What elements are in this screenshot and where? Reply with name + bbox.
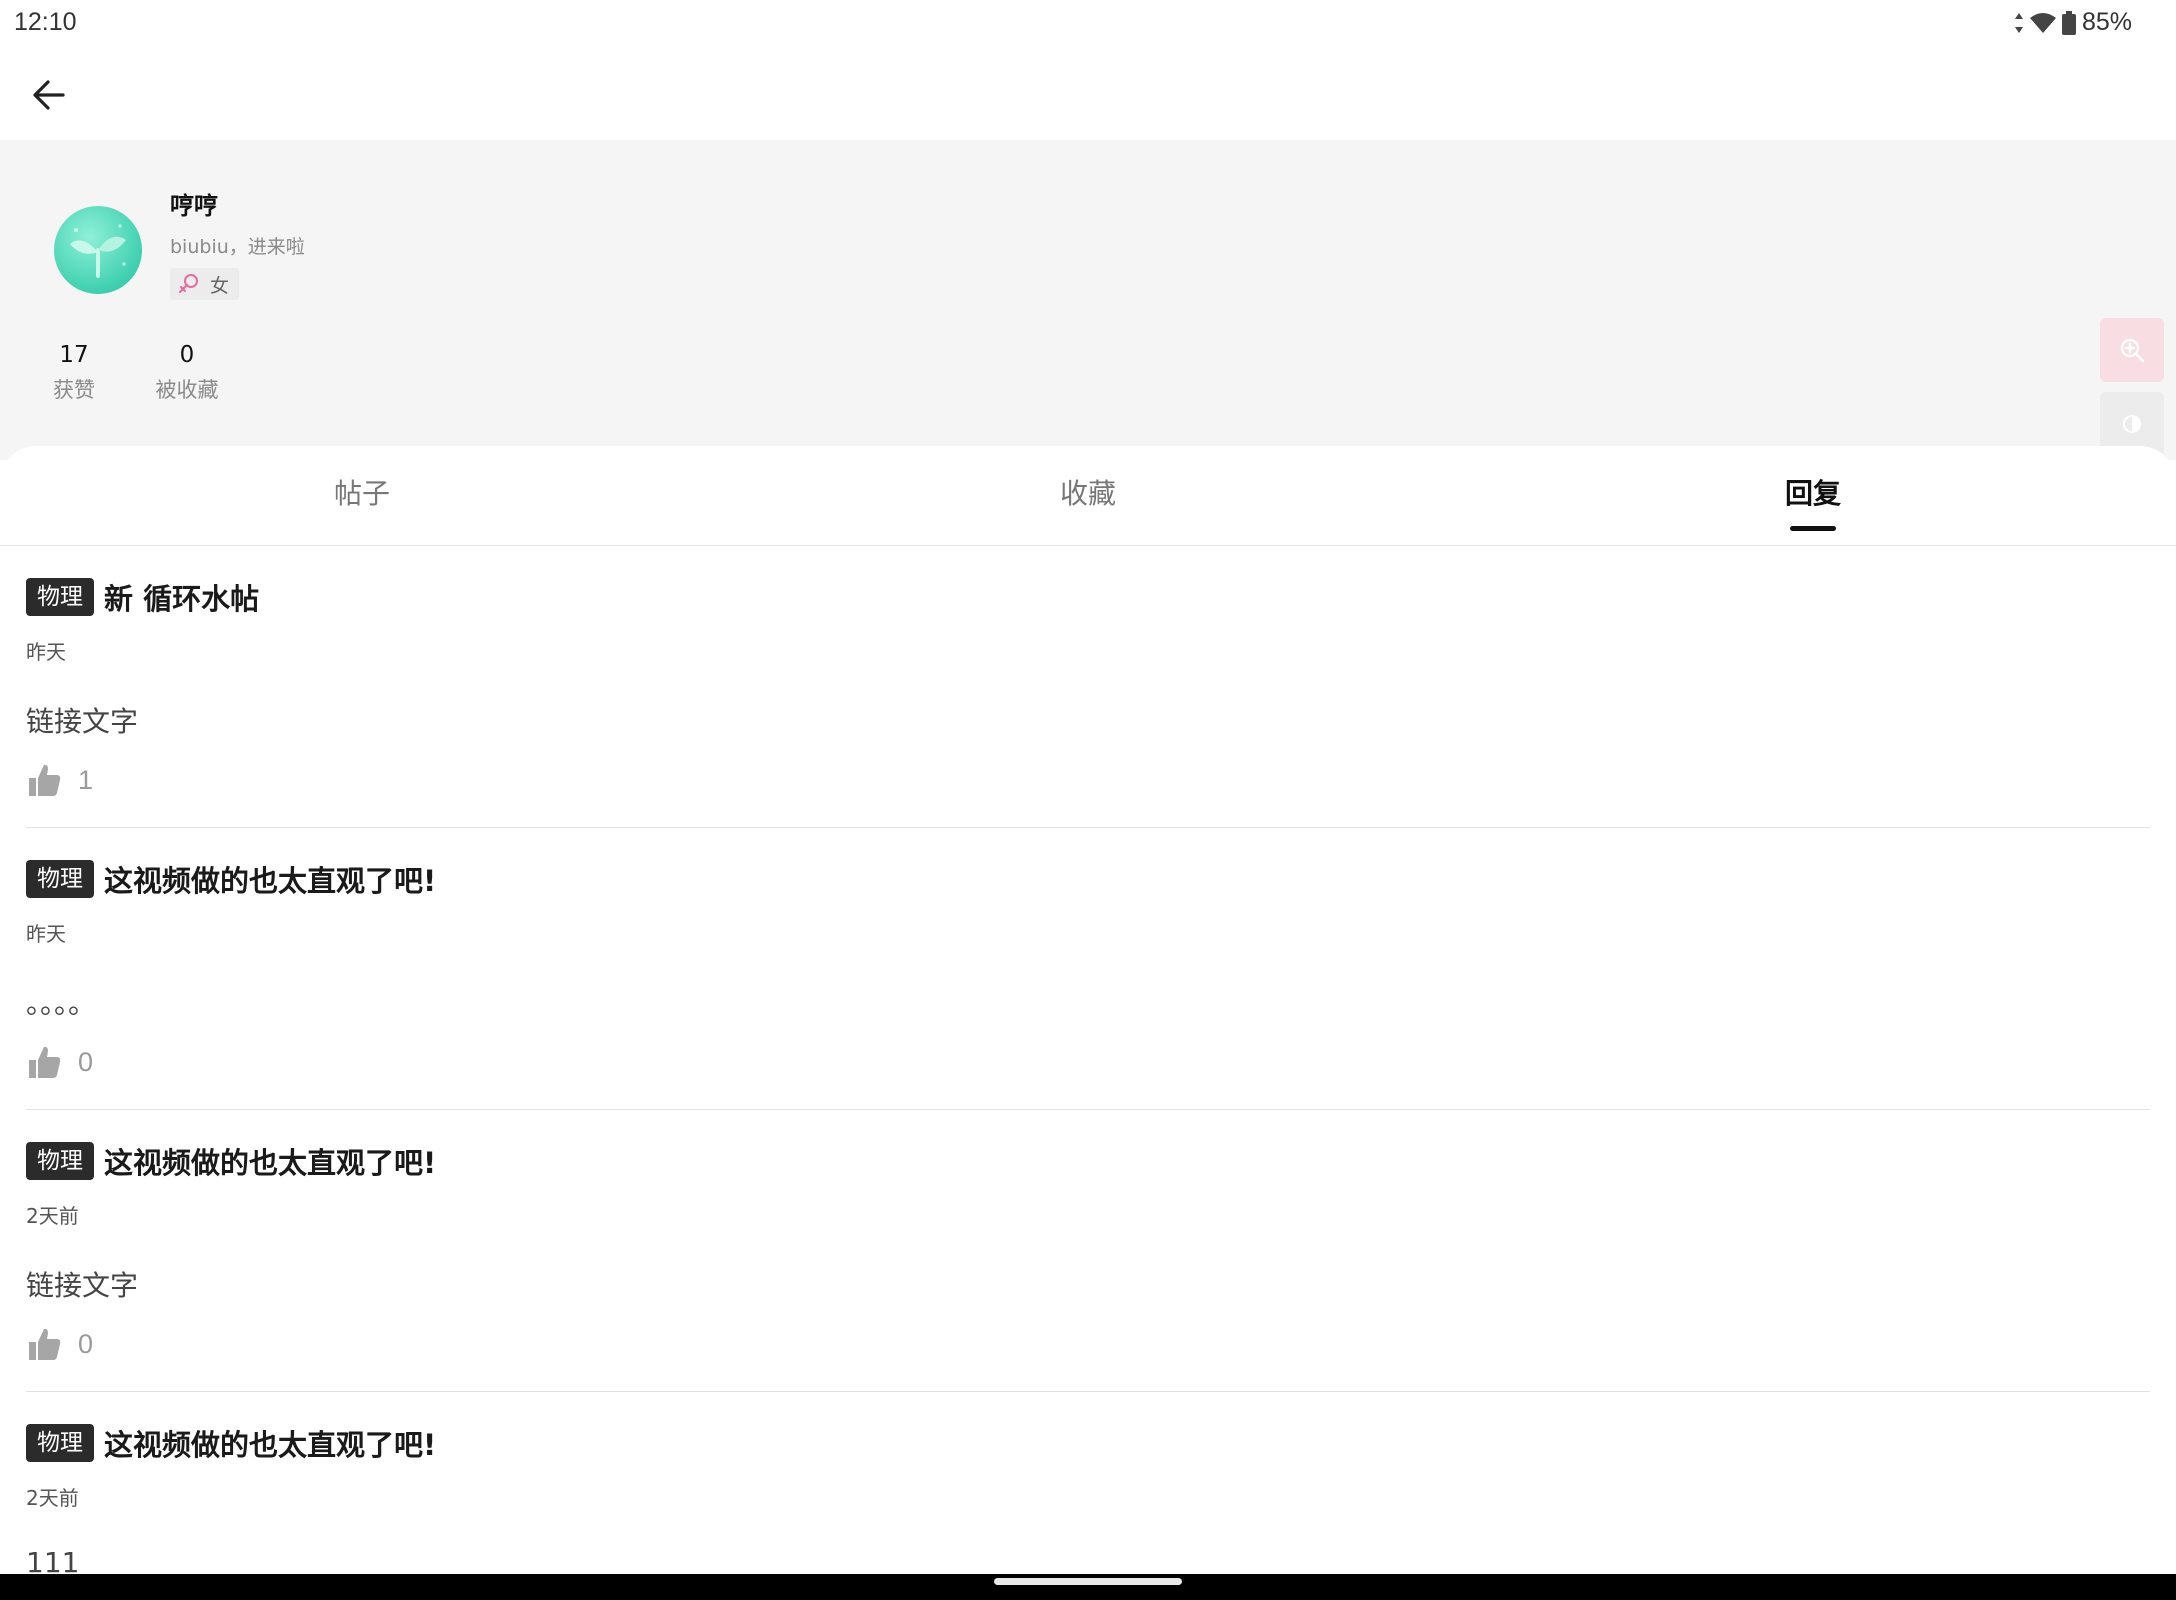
like-button[interactable]: 1 (26, 762, 93, 798)
username: 哼哼 (170, 192, 218, 220)
tab-replies[interactable]: 回复 (1785, 472, 1841, 512)
status-time: 12:10 (14, 8, 77, 36)
stat-favorited: 0 被收藏 (154, 342, 220, 404)
gender-badge: 女 (170, 268, 240, 300)
likes-count: 17 (59, 342, 89, 368)
list-item[interactable]: 物理 这视频做的也太直观了吧! 2天前 链接文字 0 (26, 1110, 2150, 1392)
post-title[interactable]: 这视频做的也太直观了吧! (104, 858, 436, 900)
thumbs-up-icon (29, 1328, 61, 1360)
stat-likes: 17 获赞 (52, 342, 96, 404)
app-bar (0, 46, 2176, 140)
item-header: 物理 这视频做的也太直观了吧! (26, 858, 436, 900)
favorited-label: 被收藏 (155, 378, 219, 402)
back-button[interactable] (24, 70, 74, 120)
category-tag: 物理 (26, 1142, 94, 1180)
reply-content: 111 (26, 1546, 80, 1574)
reply-time: 昨天 (26, 640, 66, 664)
zoom-in-icon (2120, 338, 2145, 363)
like-count: 1 (78, 764, 94, 795)
item-header: 物理 这视频做的也太直观了吧! (26, 1422, 436, 1464)
reply-content: 链接文字 (26, 1269, 139, 1302)
wifi-icon (2029, 12, 2056, 34)
tab-bar: 帖子 收藏 回复 (0, 446, 2176, 546)
battery-percent: 85% (2081, 8, 2132, 36)
tab-posts[interactable]: 帖子 (334, 472, 390, 512)
reply-content: 链接文字 (26, 705, 139, 738)
bio: biubiu，进来啦 (170, 236, 305, 258)
system-nav-bar (0, 1574, 2176, 1600)
data-arrows-icon (2014, 12, 2024, 34)
favorited-count: 0 (179, 342, 195, 368)
item-header: 物理 这视频做的也太直观了吧! (26, 1140, 436, 1182)
item-header: 物理 新 循环水帖 (26, 576, 259, 618)
post-title[interactable]: 这视频做的也太直观了吧! (104, 1140, 436, 1182)
likes-label: 获赞 (53, 378, 95, 402)
thumbs-up-icon (29, 764, 61, 796)
female-icon (179, 274, 198, 293)
category-tag: 物理 (26, 860, 94, 898)
tab-indicator (1790, 526, 1836, 531)
like-button[interactable]: 0 (26, 1326, 93, 1362)
category-tag: 物理 (26, 1424, 94, 1462)
post-title[interactable]: 这视频做的也太直观了吧! (104, 1422, 436, 1464)
status-icons: 85% (2014, 8, 2132, 37)
sprout-icon (70, 224, 126, 278)
zoom-button[interactable] (2100, 318, 2164, 382)
contrast-icon (2123, 415, 2141, 433)
list-item[interactable]: 物理 这视频做的也太直观了吧! 2天前 111 (26, 1392, 2150, 1574)
home-gesture-handle[interactable] (994, 1578, 1182, 1585)
battery-icon (2061, 10, 2076, 35)
reply-time: 昨天 (26, 922, 66, 946)
reply-time: 2天前 (26, 1204, 79, 1228)
list-item[interactable]: 物理 这视频做的也太直观了吧! 昨天 。。。。 0 (26, 828, 2150, 1110)
reply-list: 物理 新 循环水帖 昨天 链接文字 1 物理 这视频做的也太直观了吧! 昨天 。… (0, 546, 2176, 1574)
profile-header: 哼哼 biubiu，进来啦 女 17 获赞 0 被收藏 (0, 140, 2176, 460)
list-item[interactable]: 物理 新 循环水帖 昨天 链接文字 1 (26, 546, 2150, 828)
avatar[interactable] (54, 206, 142, 294)
arrow-left-icon (33, 80, 65, 110)
like-button[interactable]: 0 (26, 1044, 93, 1080)
gender-label: 女 (210, 274, 230, 297)
tab-favorites[interactable]: 收藏 (1060, 472, 1116, 512)
post-title[interactable]: 新 循环水帖 (104, 576, 259, 618)
reply-time: 2天前 (26, 1486, 79, 1510)
reply-content: 。。。。 (26, 987, 97, 1020)
like-count: 0 (78, 1046, 94, 1077)
like-count: 0 (78, 1328, 94, 1359)
category-tag: 物理 (26, 578, 94, 616)
thumbs-up-icon (29, 1046, 61, 1078)
status-bar: 12:10 85% (0, 0, 2176, 46)
